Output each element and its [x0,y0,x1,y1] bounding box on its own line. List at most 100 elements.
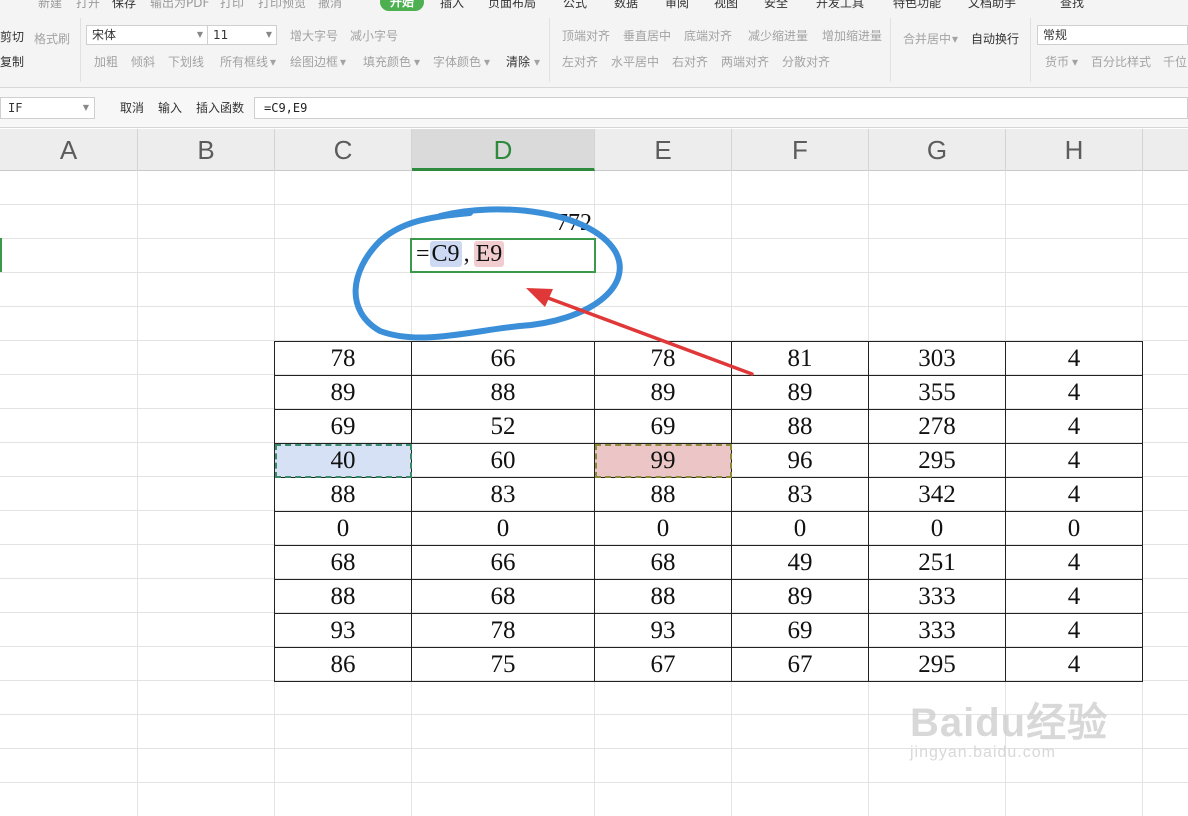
table-cell[interactable]: 68 [274,545,412,580]
percent-style-button[interactable]: 百分比样式 [1091,55,1151,69]
tab-page-layout[interactable]: 页面布局 [488,0,536,11]
table-cell[interactable]: 251 [868,545,1006,580]
table-cell[interactable]: 67 [731,647,869,682]
currency-button[interactable]: 货币 [1045,55,1069,69]
bottom-align-button[interactable]: 底端对齐 [684,29,732,43]
top-align-button[interactable]: 顶端对齐 [562,29,610,43]
right-align-button[interactable]: 右对齐 [672,55,708,69]
tab-features[interactable]: 特色功能 [893,0,941,11]
table-cell[interactable]: 86 [274,647,412,682]
table-cell[interactable]: 78 [411,613,595,648]
decrease-indent-button[interactable]: 减少缩进量 [748,29,808,43]
column-header-e[interactable]: E [595,129,732,171]
table-cell[interactable]: 88 [594,579,732,614]
table-cell[interactable]: 4 [1005,613,1143,648]
table-cell[interactable]: 0 [731,511,869,546]
column-header-h[interactable]: H [1006,129,1143,171]
table-cell[interactable]: 83 [731,477,869,512]
table-cell[interactable]: 333 [868,613,1006,648]
tab-print-preview[interactable]: 打印预览 [258,0,306,11]
italic-button[interactable]: 倾斜 [131,55,155,69]
thousands-button[interactable]: 千位 [1163,55,1187,69]
fill-color-button[interactable]: 填充颜色 [363,55,411,69]
tab-open[interactable]: 打开 [76,0,100,11]
middle-align-button[interactable]: 垂直居中 [623,29,671,43]
all-borders-button[interactable]: 所有框线 [220,55,268,69]
referenced-cell-e9[interactable]: 99 [594,443,732,478]
tab-export-pdf[interactable]: 输出为PDF [150,0,209,11]
table-cell[interactable]: 67 [594,647,732,682]
tab-doc-assistant[interactable]: 文档助手 [968,0,1016,11]
table-cell[interactable]: 88 [274,477,412,512]
table-cell[interactable]: 96 [731,443,869,478]
table-cell[interactable]: 75 [411,647,595,682]
tab-data[interactable]: 数据 [614,0,638,11]
font-name-select[interactable]: 宋体 ▼ [86,25,208,45]
tab-view[interactable]: 视图 [714,0,738,11]
left-align-button[interactable]: 左对齐 [562,55,598,69]
table-cell[interactable]: 66 [411,545,595,580]
tab-find[interactable]: 查找 [1060,0,1084,11]
tab-formula[interactable]: 公式 [563,0,587,11]
table-cell[interactable]: 93 [274,613,412,648]
formula-input[interactable]: =C9,E9 [254,97,1188,119]
cut-button[interactable]: 剪切 [0,30,24,44]
column-header-c[interactable]: C [275,129,412,171]
table-cell[interactable]: 49 [731,545,869,580]
table-cell[interactable]: 83 [411,477,595,512]
format-painter-button[interactable]: 格式刷 [34,32,70,46]
decrease-font-button[interactable]: 减小字号 [350,29,398,43]
justify-button[interactable]: 两端对齐 [721,55,769,69]
table-cell[interactable]: 0 [1005,511,1143,546]
column-header-b[interactable]: B [138,129,275,171]
referenced-cell-c9[interactable]: 40 [274,443,412,478]
table-cell[interactable]: 333 [868,579,1006,614]
table-cell[interactable]: 4 [1005,443,1143,478]
font-color-button[interactable]: 字体颜色 [433,55,481,69]
clear-button[interactable]: 清除 [506,55,530,69]
tab-print[interactable]: 打印 [220,0,244,11]
table-cell[interactable]: 4 [1005,545,1143,580]
table-cell[interactable]: 93 [594,613,732,648]
column-header-g[interactable]: G [869,129,1006,171]
bold-button[interactable]: 加粗 [94,55,118,69]
table-cell[interactable]: 69 [731,613,869,648]
increase-font-button[interactable]: 增大字号 [290,29,338,43]
table-cell[interactable]: 4 [1005,579,1143,614]
table-cell[interactable]: 0 [594,511,732,546]
copy-button[interactable]: 复制 [0,55,24,69]
insert-function-button[interactable]: 插入函数 [196,100,244,116]
table-cell[interactable]: 4 [1005,647,1143,682]
column-header-f[interactable]: F [732,129,869,171]
table-cell[interactable]: 60 [411,443,595,478]
tab-save[interactable]: 保存 [112,0,136,11]
tab-security[interactable]: 安全 [764,0,788,11]
center-align-button[interactable]: 水平居中 [611,55,659,69]
font-size-select[interactable]: 11 ▼ [207,25,277,45]
column-header-a[interactable]: A [0,129,138,171]
table-cell[interactable]: 88 [274,579,412,614]
table-cell[interactable]: 4 [1005,477,1143,512]
merge-center-button[interactable]: 合并居中 [903,32,951,46]
increase-indent-button[interactable]: 增加缩进量 [822,29,882,43]
cancel-button[interactable]: 取消 [120,100,144,116]
tab-review[interactable]: 审阅 [665,0,689,11]
table-cell[interactable]: 342 [868,477,1006,512]
enter-button[interactable]: 输入 [158,100,182,116]
draw-border-button[interactable]: 绘图边框 [290,55,338,69]
tab-developer[interactable]: 开发工具 [816,0,864,11]
underline-button[interactable]: 下划线 [168,55,204,69]
table-cell[interactable]: 88 [594,477,732,512]
tab-home[interactable]: 开始 [380,0,425,11]
tab-undo[interactable]: 撤消 [318,0,342,11]
table-cell[interactable]: 0 [274,511,412,546]
table-cell[interactable]: 295 [868,647,1006,682]
table-cell[interactable]: 295 [868,443,1006,478]
table-cell[interactable]: 68 [594,545,732,580]
table-cell[interactable]: 89 [731,579,869,614]
table-cell[interactable]: 0 [868,511,1006,546]
table-cell[interactable]: 0 [411,511,595,546]
tab-insert[interactable]: 插入 [440,0,464,11]
wrap-text-button[interactable]: 自动换行 [971,32,1019,46]
column-header-d[interactable]: D [412,129,595,171]
